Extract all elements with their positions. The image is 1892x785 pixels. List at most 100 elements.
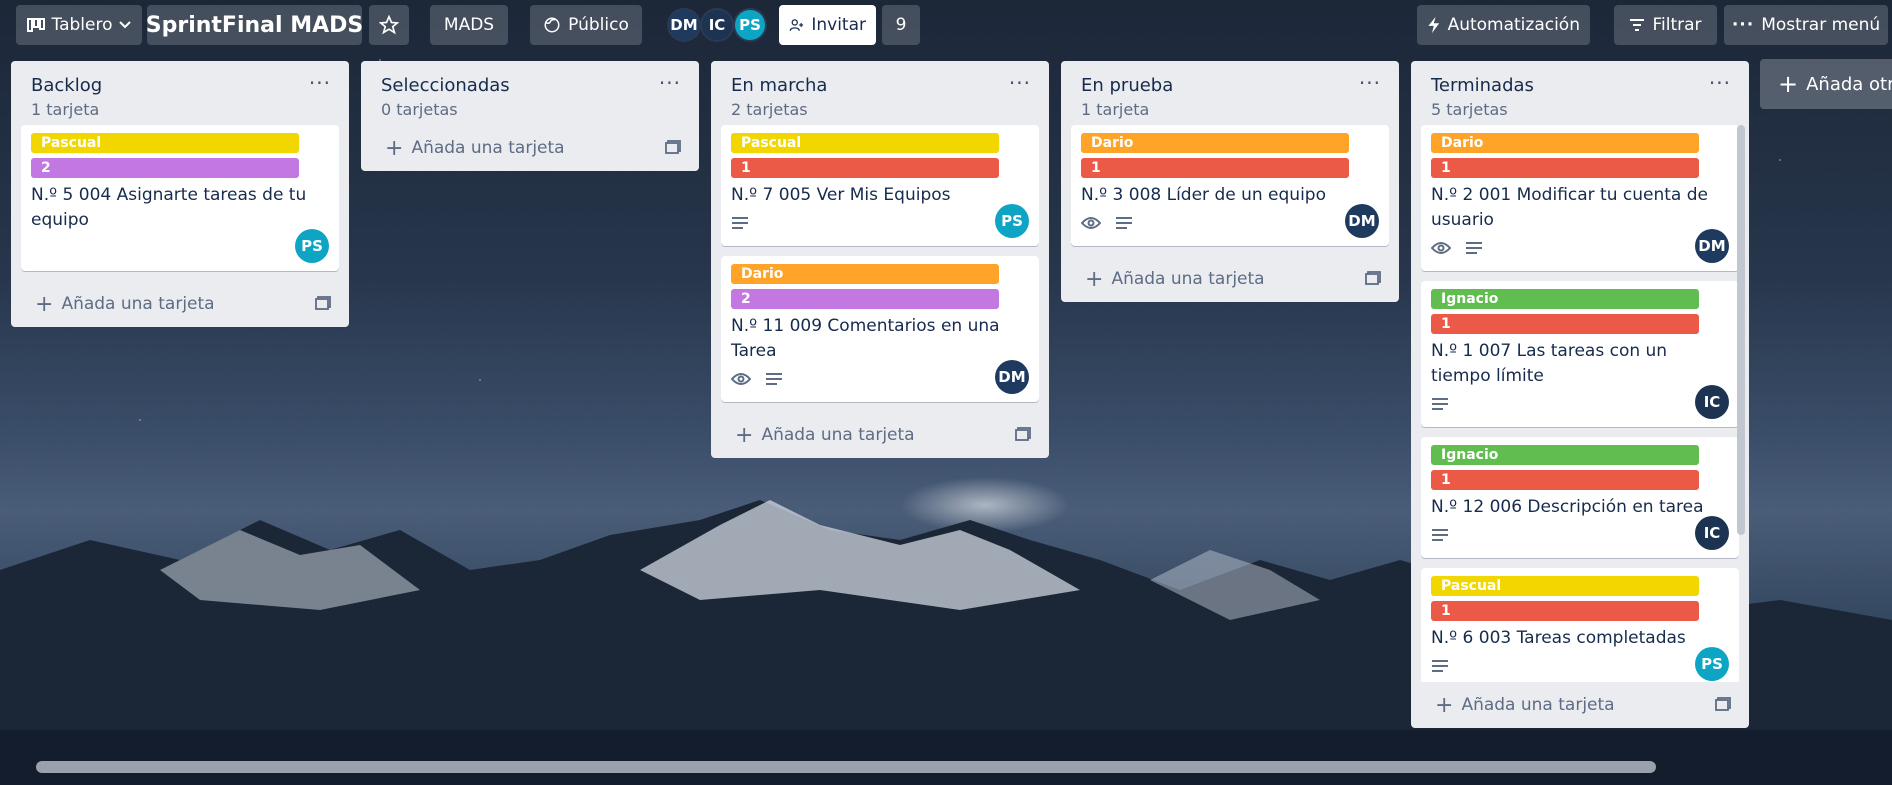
list-header[interactable]: Backlog 1 tarjeta ··· [11,61,349,125]
list-header[interactable]: Terminadas 5 tarjetas ··· [1411,61,1749,125]
card[interactable]: Ignacio 1 N.º 1 007 Las tareas con un tiem… [1421,281,1739,427]
add-card-label: Añada una tarjeta [61,294,215,314]
add-list-button[interactable]: + Añada otra [1760,59,1892,109]
workspace-button[interactable]: MADS [430,5,508,45]
add-card-label: Añada una tarjeta [411,138,565,158]
list-title[interactable]: Backlog [31,75,329,96]
member-count-badge[interactable]: 9 [882,5,920,45]
automation-button[interactable]: Automatización [1417,5,1590,45]
add-card-button[interactable]: + Añada una tarjeta [1061,256,1399,302]
card[interactable]: Dario 2 N.º 11 009 Comentarios en una Tare… [721,256,1039,402]
list-card-count: 5 tarjetas [1431,100,1508,119]
card-label[interactable]: 1 [731,158,999,178]
list-menu-icon[interactable]: ··· [659,71,681,95]
card-label[interactable]: Dario [1431,133,1699,153]
card-template-icon[interactable] [1715,696,1731,716]
plus-icon: + [385,135,404,161]
card[interactable]: Pascual 1 N.º 7 005 Ver Mis Equipos PS [721,125,1039,246]
list-card-count: 1 tarjeta [1081,100,1150,119]
filter-icon [1630,19,1645,31]
list-vertical-scrollbar[interactable] [1737,125,1745,535]
card-member-avatar[interactable]: DM [1345,204,1379,238]
list-title[interactable]: En prueba [1081,75,1379,96]
add-card-button[interactable]: + Añada una tarjeta [711,412,1049,458]
watch-icon [1080,215,1102,235]
visibility-button[interactable]: Público [530,5,642,45]
list-menu-icon[interactable]: ··· [1009,71,1031,95]
card-label[interactable]: 1 [1431,470,1699,490]
lightning-icon [1428,16,1440,34]
add-card-button[interactable]: + Añada una tarjeta [11,281,349,327]
card-template-icon[interactable] [315,295,331,315]
list-title[interactable]: Terminadas [1431,75,1729,96]
card[interactable]: Dario 1 N.º 2 001 Modificar tu cuenta de u… [1421,125,1739,271]
board-title[interactable]: SprintFinal MADS [146,5,363,45]
card-label[interactable]: Dario [731,264,999,284]
card-label[interactable]: 2 [31,158,299,178]
card-template-icon[interactable] [1015,426,1031,446]
description-icon [1115,215,1133,235]
card-label[interactable]: 1 [1431,601,1699,621]
card-title: N.º 2 001 Modificar tu cuenta de usuario [1431,185,1708,230]
star-button[interactable] [369,5,409,45]
invite-label: Invitar [811,15,866,35]
card-title: N.º 11 009 Comentarios en una Tarea [731,316,1000,361]
list-backlog: Backlog 1 tarjeta ··· Pascual 2 N.º 5 004 Asi… [11,61,349,327]
card-badges [1431,526,1729,548]
card-badges [1080,214,1379,236]
add-card-button[interactable]: + Añada una tarjeta [361,125,699,171]
list-title[interactable]: En marcha [731,75,1029,96]
member-avatar-ic[interactable]: IC [700,8,734,42]
list-header[interactable]: Seleccionadas 0 tarjetas ··· [361,61,699,125]
card-member-avatar[interactable]: IC [1695,516,1729,550]
view-switcher-button[interactable]: Tablero [16,5,142,45]
card-template-icon[interactable] [665,139,681,159]
card-member-avatar[interactable]: PS [295,229,329,263]
list-card-count: 2 tarjetas [731,100,808,119]
member-avatar-ps[interactable]: PS [733,8,767,42]
horizontal-scrollbar-thumb[interactable] [36,761,1656,773]
card-label[interactable]: 1 [1431,314,1699,334]
card-label[interactable]: 2 [731,289,999,309]
member-avatar-dm[interactable]: DM [667,8,701,42]
card-scroll-area[interactable]: Dario 1 N.º 2 001 Modificar tu cuenta de u… [1411,125,1749,682]
card-label[interactable]: Ignacio [1431,289,1699,309]
board-header: Tablero SprintFinal MADS MADS Público DM… [0,0,1892,50]
card-label[interactable]: Dario [1081,133,1349,153]
card-label[interactable]: 1 [1081,158,1349,178]
list-menu-icon[interactable]: ··· [309,71,331,95]
card-template-icon[interactable] [1365,270,1381,290]
card[interactable]: Pascual 2 N.º 5 004 Asignarte tareas de tu… [21,125,339,271]
add-card-button[interactable]: + Añada una tarjeta [1411,682,1749,728]
card-member-avatar[interactable]: DM [1695,229,1729,263]
show-menu-button[interactable]: ··· Mostrar menú [1724,5,1888,45]
card-label[interactable]: Pascual [1431,576,1699,596]
globe-icon [544,17,560,33]
card-member-avatar[interactable]: PS [1695,647,1729,681]
card[interactable]: Pascual 1 N.º 6 003 Tareas completadas PS [1421,568,1739,682]
list-menu-icon[interactable]: ··· [1709,71,1731,95]
watch-icon [1430,240,1452,260]
star-icon [379,15,399,35]
card-badges [1430,239,1729,261]
add-card-label: Añada una tarjeta [761,425,915,445]
show-menu-label: Mostrar menú [1761,15,1881,35]
card-label[interactable]: 1 [1431,158,1699,178]
invite-button[interactable]: Invitar [779,5,876,45]
card[interactable]: Dario 1 N.º 3 008 Líder de un equipo DM [1071,125,1389,246]
card-member-avatar[interactable]: PS [995,204,1029,238]
plus-icon: + [735,422,754,448]
list-header[interactable]: En prueba 1 tarjeta ··· [1061,61,1399,125]
card-title: N.º 3 008 Líder de un equipo [1081,185,1326,205]
list-en-marcha: En marcha 2 tarjetas ··· Pascual 1 N.º 7 005 … [711,61,1049,458]
list-title[interactable]: Seleccionadas [381,75,679,96]
filter-button[interactable]: Filtrar [1614,5,1717,45]
list-header[interactable]: En marcha 2 tarjetas ··· [711,61,1049,125]
list-menu-icon[interactable]: ··· [1359,71,1381,95]
card-member-avatar[interactable]: IC [1695,385,1729,419]
card-label[interactable]: Pascual [731,133,999,153]
card-label[interactable]: Pascual [31,133,299,153]
card[interactable]: Ignacio 1 N.º 12 006 Descripción en tarea I… [1421,437,1739,558]
card-member-avatar[interactable]: DM [995,360,1029,394]
card-label[interactable]: Ignacio [1431,445,1699,465]
